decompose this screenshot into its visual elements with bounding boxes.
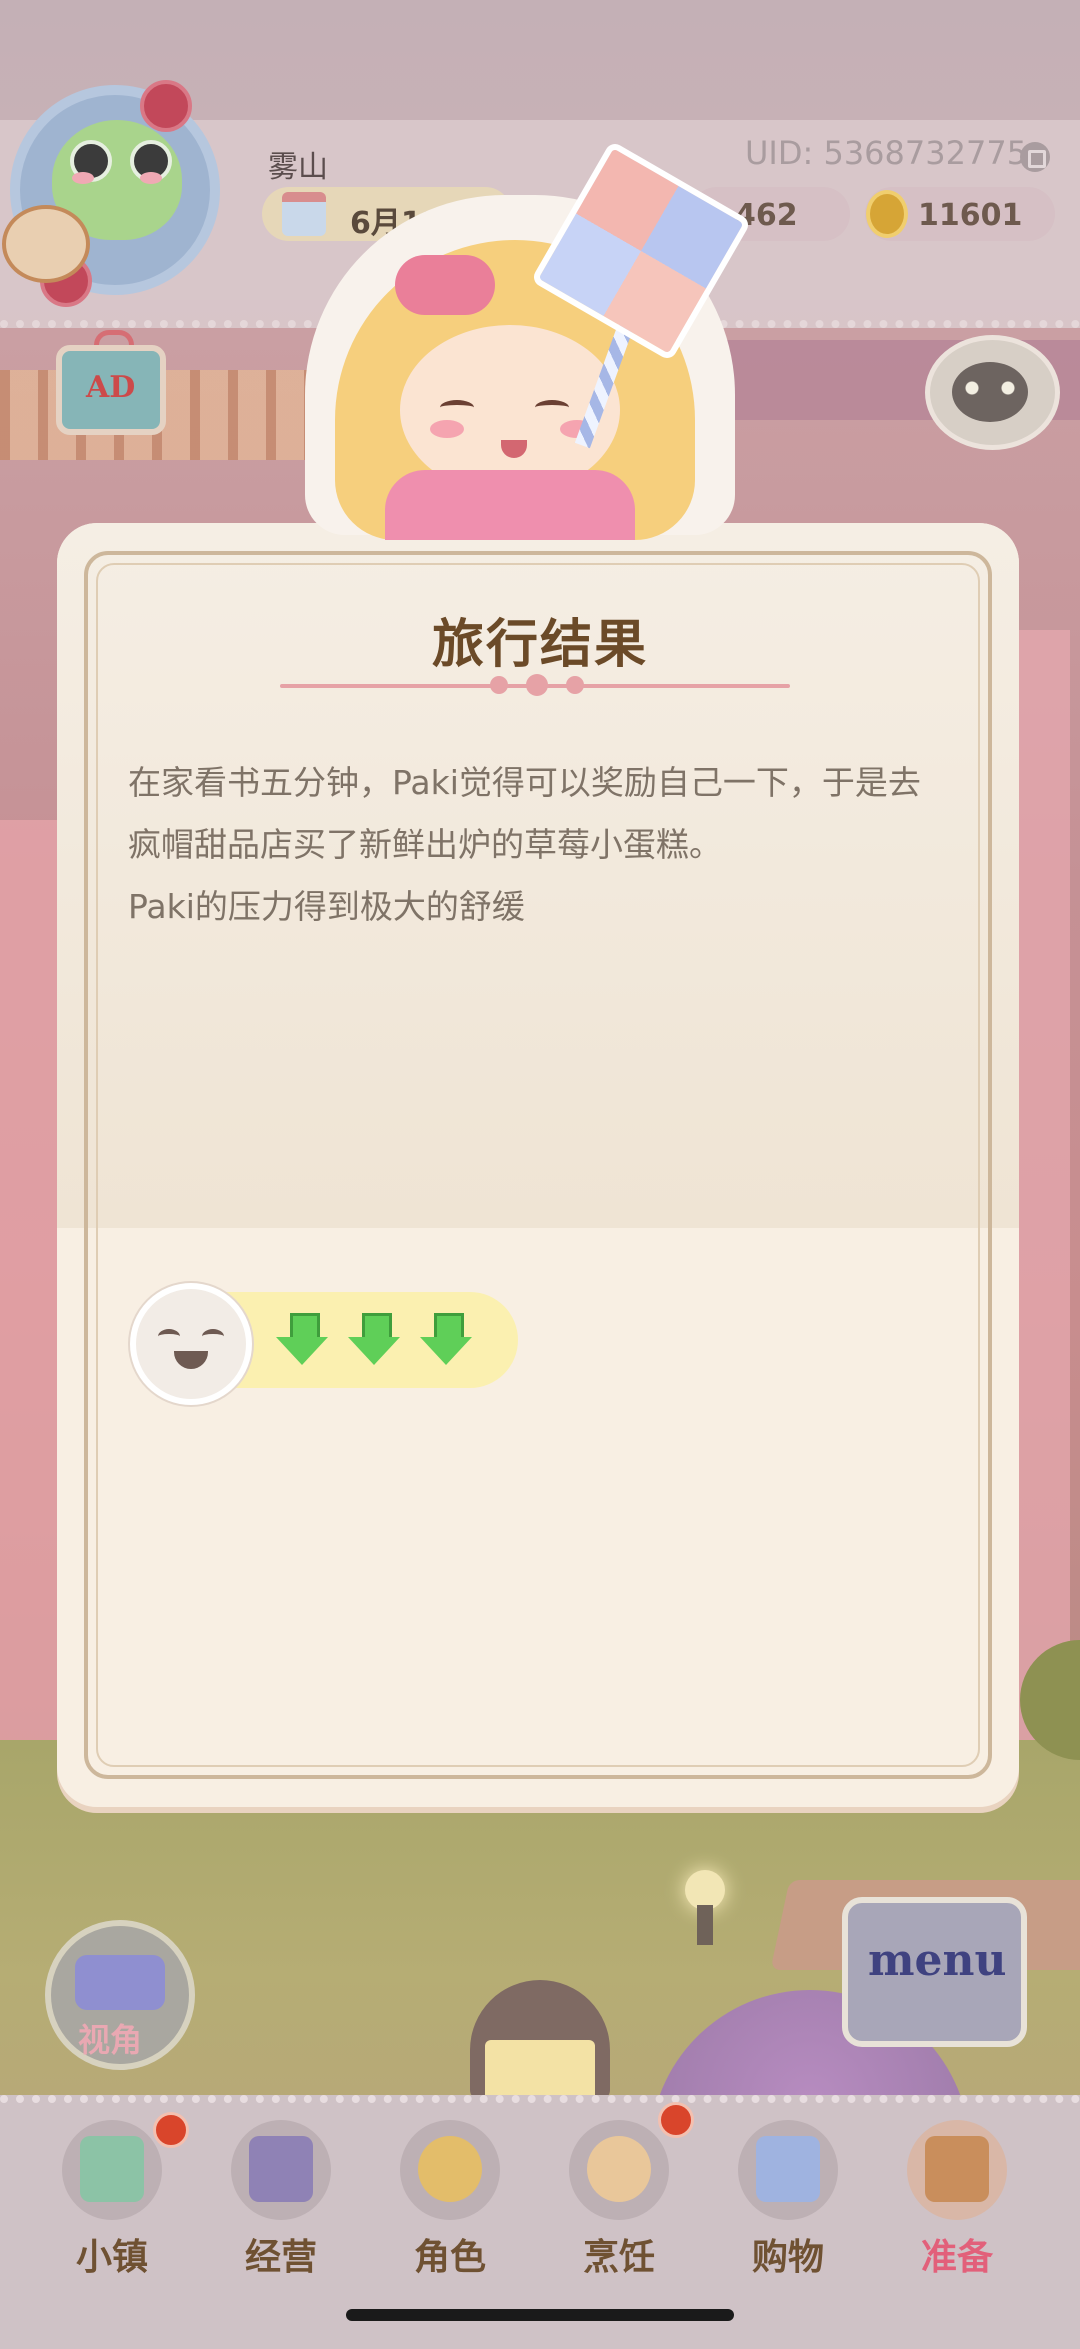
camera-label: 视角 — [78, 2021, 143, 2059]
down-arrow-icon — [348, 1313, 400, 1369]
happy-cat-icon — [130, 1283, 252, 1405]
nav-item-business[interactable]: 经营 — [206, 2110, 356, 2280]
flower-icon — [566, 676, 584, 694]
uid-label: UID: 5368732775 — [745, 134, 1028, 172]
copy-icon[interactable] — [1020, 142, 1050, 172]
result-paragraph: Paki的压力得到极大的舒缓 — [128, 887, 525, 926]
nav-item-shopping[interactable]: 购物 — [713, 2110, 863, 2280]
ad-label: AD — [86, 370, 136, 405]
camera-icon — [75, 1955, 165, 2010]
sandwich-icon — [587, 2136, 651, 2202]
lamp-icon — [685, 1870, 725, 1910]
hat-lock-icon — [249, 2136, 313, 2202]
flower-icon — [490, 676, 508, 694]
character-icon — [418, 2136, 482, 2202]
notification-badge — [153, 2112, 189, 2148]
down-arrow-icon — [420, 1313, 472, 1369]
map-icon — [80, 2136, 144, 2202]
travel-result-dialog — [57, 523, 1019, 1807]
result-description: 在家看书五分钟，Paki觉得可以奖励自己一下，于是去疯帽甜品店买了新鲜出炉的草莓… — [128, 752, 948, 938]
dialog-title: 旅行结果 — [431, 614, 648, 675]
rose-icon — [140, 80, 192, 132]
result-paragraph: 在家看书五分钟，Paki觉得可以奖励自己一下，于是去疯帽甜品店买了新鲜出炉的草莓… — [128, 763, 921, 864]
shopping-bag-icon — [756, 2136, 820, 2202]
nav-item-character[interactable]: 角色 — [375, 2110, 525, 2280]
flower-icon — [526, 674, 548, 696]
cat-chat-button[interactable] — [925, 335, 1060, 450]
coin-icon — [866, 190, 908, 238]
home-indicator[interactable] — [346, 2309, 734, 2321]
dog-icon — [2, 205, 90, 283]
coin-count: 11601 — [918, 198, 1023, 233]
nav-item-prepare[interactable]: 准备 — [882, 2110, 1032, 2280]
down-arrow-icon — [276, 1313, 328, 1369]
picnic-basket-icon — [925, 2136, 989, 2202]
notification-badge — [658, 2102, 694, 2138]
menu-label: menu — [868, 1935, 1007, 1986]
